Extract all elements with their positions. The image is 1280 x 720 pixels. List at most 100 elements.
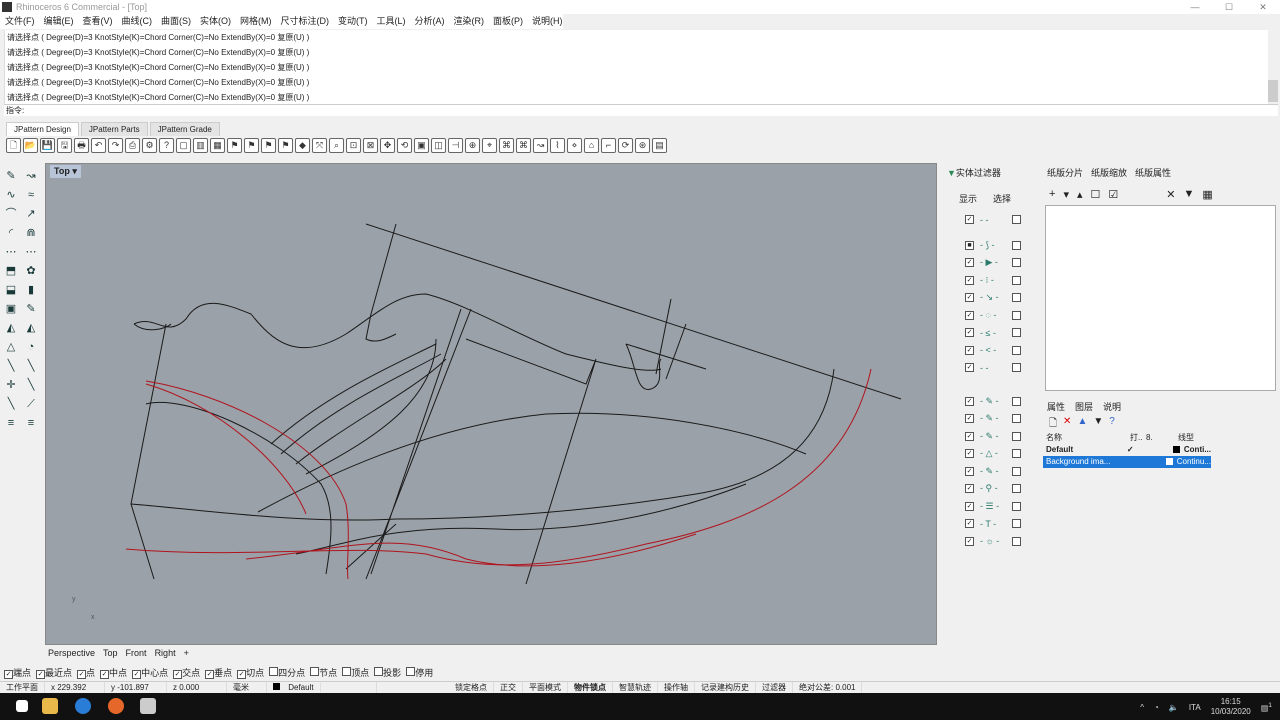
toolbar-button-icon[interactable]: ⤧ [312,138,327,153]
select-checkbox[interactable] [1012,414,1021,424]
toolbar-button-icon[interactable]: ◆ [295,138,310,153]
toolbar-button-icon[interactable]: ? [159,138,174,153]
toolbar-button-icon[interactable]: ↝ [533,138,548,153]
left-tool-icon[interactable]: ≡ [22,415,40,432]
tab-jpattern-grade[interactable]: JPattern Grade [149,122,220,136]
left-tool-icon[interactable]: ⋒ [22,225,40,242]
osnap-8[interactable]: 四分点 [269,666,305,679]
select-checkbox[interactable] [1012,396,1021,406]
left-tool-icon[interactable]: ≡ [2,415,20,432]
layer-current[interactable] [1123,456,1167,468]
notifications-icon[interactable]: ▤1 [1261,702,1272,713]
layer-row[interactable]: Default ✓ Conti... [1043,444,1211,456]
firefox-icon[interactable] [108,698,124,714]
menu-item[interactable]: 网格(M) [240,14,272,29]
select-checkbox[interactable] [1012,431,1021,441]
osnap-9[interactable]: 节点 [310,666,337,679]
layer-linetype[interactable]: Conti... [1184,444,1211,456]
status-toggle[interactable]: 锁定格点 [449,682,494,693]
osnap-checkbox[interactable] [406,667,416,676]
menu-item[interactable]: 曲面(S) [161,14,191,29]
toolbar-button-icon[interactable]: ▥ [193,138,208,153]
left-tool-icon[interactable]: △ [2,339,20,356]
tab-properties[interactable]: 属性 [1047,400,1065,414]
toolbar-button-icon[interactable]: ⊕ [465,138,480,153]
toolbar-button-icon[interactable]: ↶ [91,138,106,153]
osnap-checkbox[interactable]: ✓ [237,670,247,679]
status-toggle[interactable]: 正交 [494,682,523,693]
toolbar-button-icon[interactable]: ⌕ [329,138,344,153]
menu-item[interactable]: 分析(A) [415,14,445,29]
left-tool-icon[interactable]: ⟋ [22,396,40,413]
tab-front[interactable]: Front [126,648,147,658]
left-tool-icon[interactable]: ⋯ [2,244,20,261]
toolbar-button-icon[interactable]: ⟳ [618,138,633,153]
square-icon[interactable]: ☐ [1091,188,1101,201]
osnap-checkbox[interactable] [374,667,384,676]
status-toggle[interactable]: 操作轴 [658,682,695,693]
toolbar-button-icon[interactable]: ⌖ [482,138,497,153]
menu-item[interactable]: 实体(O) [200,14,231,29]
select-checkbox[interactable] [1012,258,1021,268]
left-tool-icon[interactable]: ↗ [22,206,40,223]
toolbar-button-icon[interactable]: 💾 [40,138,55,153]
help-icon[interactable]: ? [1109,416,1115,433]
show-checkbox[interactable]: ✓ [965,328,974,338]
select-checkbox[interactable] [1012,501,1021,511]
select-checkbox[interactable] [1012,275,1021,285]
new-layer-icon[interactable]: 🗋 [1049,416,1057,433]
left-tool-icon[interactable]: ╲ [2,358,20,375]
toolbar-button-icon[interactable]: ▣ [414,138,429,153]
show-checkbox[interactable]: ✓ [965,484,974,494]
show-checkbox[interactable]: ✓ [965,396,974,406]
show-checkbox[interactable]: ✓ [965,215,974,225]
toolbar-button-icon[interactable]: ⋄ [567,138,582,153]
start-icon[interactable] [16,700,28,712]
left-tool-icon[interactable]: ⬓ [2,282,20,299]
left-tool-icon[interactable]: ◜ [2,225,20,242]
show-checkbox[interactable]: ✓ [965,466,974,476]
menu-item[interactable]: 工具(L) [377,14,406,29]
toolbar-button-icon[interactable]: ⌘ [499,138,514,153]
select-checkbox[interactable] [1012,466,1021,476]
toolbar-button-icon[interactable]: ⚑ [227,138,242,153]
command-scrollbar[interactable] [1268,80,1278,102]
toolbar-button-icon[interactable]: 🖶 [74,138,89,153]
left-tool-icon[interactable]: ╲ [22,377,40,394]
osnap-checkbox[interactable]: ✓ [36,670,46,679]
toolbar-button-icon[interactable]: ⌂ [584,138,599,153]
left-tool-icon[interactable]: ⬒ [2,263,20,280]
osnap-checkbox[interactable] [342,667,352,676]
delete-layer-icon[interactable]: ✕ [1063,416,1071,433]
toolbar-button-icon[interactable]: ⊡ [346,138,361,153]
menu-item[interactable]: 面板(P) [493,14,523,29]
down-icon[interactable]: ▾ [1063,188,1069,201]
osnap-checkbox[interactable]: ✓ [173,670,183,679]
left-tool-icon[interactable]: ↝ [22,168,40,185]
osnap-checkbox[interactable] [310,667,320,676]
left-tool-icon[interactable]: ◔ [22,339,40,356]
toolbar-button-icon[interactable]: ◫ [431,138,446,153]
toolbar-button-icon[interactable]: ⚙ [142,138,157,153]
menu-item[interactable]: 查看(V) [83,14,113,29]
osnap-4[interactable]: ✓ 中心点 [132,666,168,679]
toolbar-button-icon[interactable]: ⟲ [397,138,412,153]
add-viewport-tab-button[interactable]: + [184,648,189,658]
show-checkbox[interactable]: ✓ [965,431,974,441]
toolbar-button-icon[interactable]: 🗋 [6,138,21,153]
move-down-icon[interactable]: ▼ [1093,416,1103,433]
maximize-button[interactable]: ☐ [1212,0,1246,14]
status-toggle[interactable]: 物件锁点 [568,682,613,693]
left-tool-icon[interactable]: ✛ [2,377,20,394]
browser-icon[interactable] [75,698,91,714]
select-checkbox[interactable] [1012,293,1021,303]
left-tool-icon[interactable]: ⋯ [22,244,40,261]
minimize-button[interactable]: — [1178,0,1212,14]
osnap-12[interactable]: 停用 [406,666,433,679]
osnap-checkbox[interactable]: ✓ [132,670,142,679]
osnap-7[interactable]: ✓ 切点 [237,666,264,679]
command-input[interactable]: 指令: [4,104,1278,116]
show-checkbox[interactable]: ■ [965,240,974,250]
toolbar-button-icon[interactable]: ⚑ [261,138,276,153]
status-toggle[interactable]: 过滤器 [756,682,793,693]
